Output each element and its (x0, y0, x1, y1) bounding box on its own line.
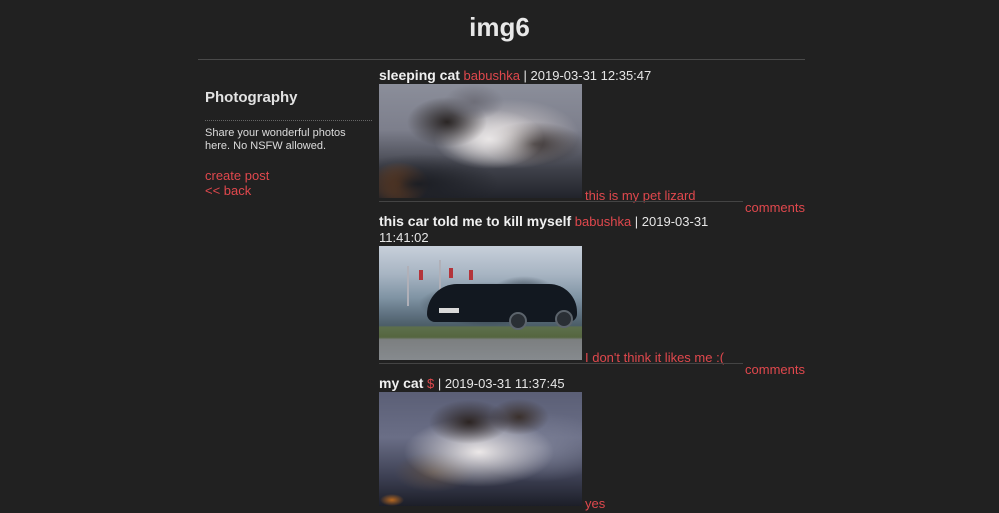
post-title[interactable]: this car told me to kill myself (379, 213, 571, 229)
post: this car told me to kill myself babushka… (379, 213, 805, 377)
post-title[interactable]: my cat (379, 375, 423, 391)
post-divider (379, 363, 805, 364)
board-description: Share your wonderful photos here. No NSF… (205, 127, 346, 152)
license-plate (439, 308, 459, 313)
header-divider (198, 59, 805, 60)
post-author[interactable]: babushka (575, 214, 631, 229)
car-wheel (555, 310, 573, 328)
flag (419, 270, 423, 280)
post-title[interactable]: sleeping cat (379, 67, 460, 83)
post-header: this car told me to kill myself babushka… (379, 213, 719, 246)
post-body: yes (379, 392, 805, 511)
create-post-link[interactable]: create post (205, 168, 372, 183)
street-lamp (407, 266, 409, 306)
sidebar-links: create post << back (205, 168, 372, 198)
post-header: my cat $ | 2019-03-31 11:37:45 (379, 375, 719, 392)
sidebar: Photography Share your wonderful photos … (205, 88, 372, 198)
post-image[interactable] (379, 392, 582, 506)
post-header: sleeping cat babushka | 2019-03-31 12:35… (379, 67, 719, 84)
site-title: img6 (469, 12, 530, 42)
post-meta: | 2019-03-31 12:35:47 (519, 68, 652, 83)
back-link[interactable]: << back (205, 183, 372, 198)
board-name: Photography (205, 89, 298, 106)
post-footer: comments (379, 362, 805, 377)
post-body: I don't think it likes me :( (379, 246, 805, 365)
sidebar-divider (205, 120, 372, 121)
post: sleeping cat babushka | 2019-03-31 12:35… (379, 67, 805, 215)
post-meta: | 2019-03-31 11:37:45 (434, 376, 565, 391)
post-image[interactable] (379, 84, 582, 198)
post-caption: yes (585, 496, 606, 511)
flag (449, 268, 453, 278)
car-wheel (509, 312, 527, 330)
post-divider (379, 201, 805, 202)
post-body: this is my pet lizard (379, 84, 805, 203)
flag (469, 270, 473, 280)
post-footer: comments (379, 200, 805, 215)
post: my cat $ | 2019-03-31 11:37:45 yes (379, 375, 805, 511)
post-author[interactable]: babushka (464, 68, 520, 83)
post-image[interactable] (379, 246, 582, 360)
